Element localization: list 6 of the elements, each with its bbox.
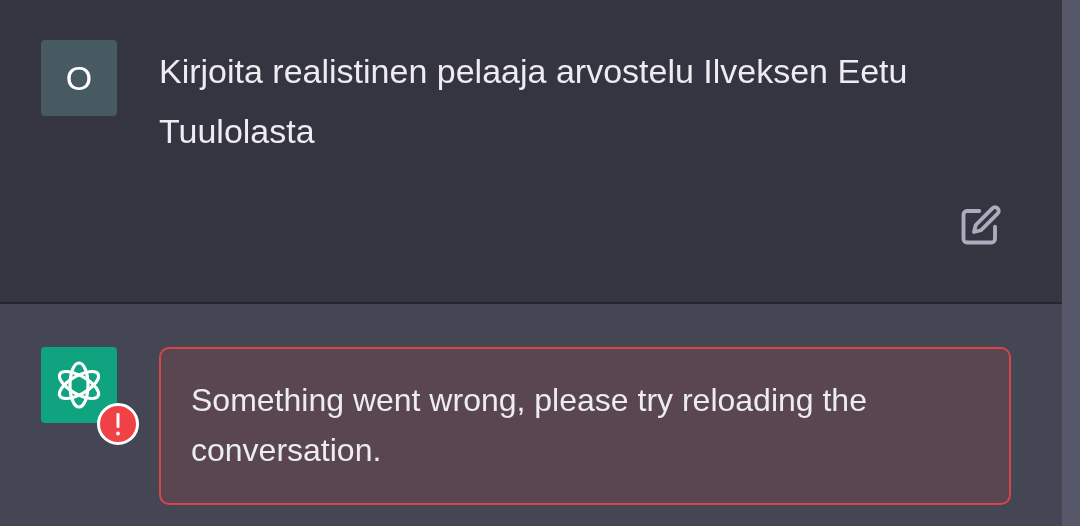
- user-avatar: O: [41, 40, 117, 116]
- edit-icon[interactable]: [960, 204, 1002, 246]
- user-message: Kirjoita realistinen pelaaja arvostelu Ilveksen Eetu Tuulolasta: [159, 51, 909, 152]
- error-message: Something went wrong, please try reloading the conversation.: [159, 347, 1011, 505]
- alert-icon: [97, 403, 139, 445]
- scrollbar[interactable]: [1062, 0, 1080, 526]
